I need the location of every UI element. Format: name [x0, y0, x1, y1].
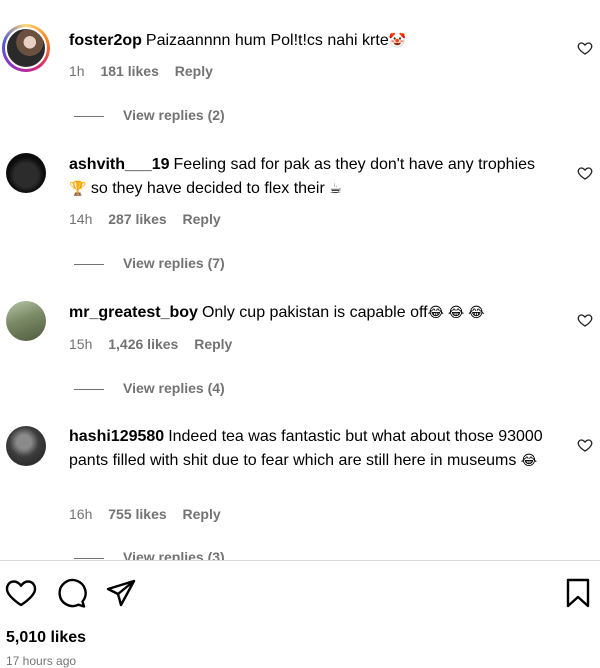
laughing-emoji: 😂 [520, 451, 538, 468]
view-replies-label: View replies (7) [123, 255, 225, 271]
avatar[interactable] [2, 24, 50, 72]
comment-meta: 16h 755 likes Reply [69, 506, 233, 522]
view-replies-button[interactable]: View replies (2) [74, 107, 225, 123]
reply-button[interactable]: Reply [194, 336, 232, 352]
view-replies-button[interactable]: View replies (7) [74, 255, 225, 271]
comment-time: 16h [69, 506, 93, 522]
comment-bubble-icon[interactable] [55, 577, 87, 609]
section-divider [0, 560, 600, 561]
heart-outline-icon[interactable] [577, 165, 593, 181]
comment-text: mr_greatest_boy Only cup pakistan is capa… [69, 301, 549, 325]
heart-outline-icon[interactable] [577, 312, 593, 328]
comment-time: 1h [69, 63, 85, 79]
comment-text: foster2op Paizaannnn hum Pol!t!cs nahi kr… [69, 29, 549, 53]
comment-meta: 1h 181 likes Reply [69, 63, 225, 79]
comment-meta: 14h 287 likes Reply [69, 211, 233, 227]
comment-username[interactable]: hashi129580 [69, 428, 164, 445]
comment-body: Feeling sad for pak as they don't have a… [173, 156, 536, 173]
comment-body: Only cup pakistan is capable off [201, 304, 428, 321]
laughing-emoji: 😂 😂 😂 [427, 304, 485, 320]
heart-icon[interactable] [5, 577, 37, 609]
comment-username[interactable]: foster2op [69, 32, 142, 49]
avatar[interactable] [6, 153, 46, 193]
comment-time: 15h [69, 336, 93, 352]
post-action-bar [0, 575, 600, 611]
replies-line [74, 263, 104, 265]
heart-outline-icon[interactable] [577, 40, 593, 56]
post-timestamp: 17 hours ago [6, 654, 77, 668]
view-replies-label: View replies (4) [123, 380, 225, 396]
comment-body: Paizaannnn hum Pol!t!cs nahi krte [145, 32, 389, 49]
replies-line [74, 557, 104, 559]
replies-line [74, 388, 104, 390]
view-replies-button[interactable]: View replies (3) [74, 549, 225, 560]
reply-button[interactable]: Reply [183, 506, 221, 522]
comment-body-cont: so they have decided to flex their [90, 179, 325, 197]
reply-button[interactable]: Reply [183, 211, 221, 227]
comments-list: foster2op Paizaannnn hum Pol!t!cs nahi kr… [0, 0, 600, 560]
heart-outline-icon[interactable] [577, 437, 593, 453]
view-replies-button[interactable]: View replies (4) [74, 380, 225, 396]
comment-likes[interactable]: 1,426 likes [108, 336, 178, 352]
comment-username[interactable]: ashvith___19 [69, 156, 170, 173]
avatar[interactable] [6, 301, 46, 341]
comment-likes[interactable]: 287 likes [108, 211, 166, 227]
avatar[interactable] [6, 426, 46, 466]
comment-text: ashvith___19 Feeling sad for pak as they … [69, 154, 549, 200]
comment-text: hashi129580 Indeed tea was fantastic but … [69, 426, 549, 472]
comment-meta: 15h 1,426 likes Reply [69, 336, 244, 352]
comment-likes[interactable]: 755 likes [108, 506, 166, 522]
replies-line [74, 115, 104, 117]
comment-time: 14h [69, 211, 93, 227]
comment-username[interactable]: mr_greatest_boy [69, 304, 198, 321]
comment-likes[interactable]: 181 likes [100, 63, 158, 79]
clown-emoji: 🤡 [388, 32, 407, 48]
reply-button[interactable]: Reply [175, 63, 213, 79]
paper-plane-icon[interactable] [105, 577, 137, 609]
post-likes-count[interactable]: 5,010 likes [6, 629, 86, 647]
view-replies-label: View replies (2) [123, 107, 225, 123]
tea-emoji: ☕ [329, 179, 342, 196]
bookmark-icon[interactable] [562, 577, 594, 609]
view-replies-label: View replies (3) [123, 549, 225, 560]
trophy-emoji: 🏆 [69, 179, 87, 196]
